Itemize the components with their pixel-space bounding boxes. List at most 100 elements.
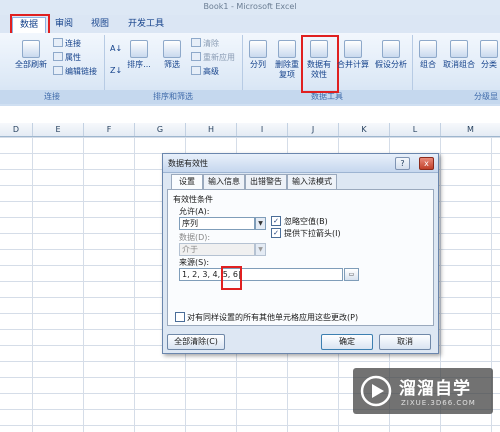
apply-all-checkbox[interactable]	[175, 312, 185, 322]
group-icon	[419, 40, 437, 58]
edit-links-button[interactable]: 编辑链接	[53, 66, 97, 77]
column-header-l[interactable]: L	[390, 123, 441, 136]
allow-label: 允许(A):	[179, 207, 210, 216]
cancel-button[interactable]: 取消	[379, 334, 431, 350]
clear-all-button[interactable]: 全部清除(C)	[167, 334, 225, 350]
column-header-m[interactable]: M	[441, 123, 500, 136]
column-header-f[interactable]: F	[84, 123, 135, 136]
connections-button[interactable]: 连接	[53, 38, 81, 49]
what-if-icon	[382, 40, 400, 58]
text-to-columns-icon	[249, 40, 267, 58]
criteria-heading: 有效性条件	[173, 195, 213, 204]
group-button[interactable]: 组合	[416, 40, 440, 70]
in-cell-dropdown-checkbox[interactable]: ✓	[271, 228, 281, 238]
column-header-j[interactable]: J	[288, 123, 339, 136]
allow-dropdown-icon[interactable]: ▼	[255, 217, 266, 230]
edit-links-icon	[53, 66, 63, 75]
ungroup-label: 取消组合	[443, 60, 475, 69]
tab-developer[interactable]: 开发工具	[124, 17, 168, 32]
group-label-connections: 连接	[0, 90, 104, 104]
ungroup-button[interactable]: 取消组合	[442, 40, 476, 70]
sort-label: 排序...	[127, 60, 151, 69]
dialog-title: 数据有效性	[168, 159, 208, 168]
source-input[interactable]: 1, 2, 3, 4, 5, 6|	[179, 268, 343, 281]
properties-button[interactable]: 属性	[53, 52, 81, 63]
ignore-blank-label: 忽略空值(B)	[284, 217, 328, 226]
range-select-icon[interactable]: ▭	[344, 268, 359, 281]
watermark-url: ZIXUE.3D66.COM	[401, 399, 476, 407]
sort-icon	[130, 40, 148, 58]
refresh-icon	[22, 40, 40, 58]
text-to-columns-button[interactable]: 分列	[246, 40, 270, 70]
ungroup-icon	[450, 40, 468, 58]
properties-icon	[53, 52, 63, 61]
reapply-label: 重新应用	[203, 53, 235, 62]
group-label-outline: 分级显	[412, 90, 500, 104]
filter-funnel-icon	[163, 40, 181, 58]
tab-settings[interactable]: 设置	[171, 174, 203, 190]
source-label: 来源(S):	[179, 258, 210, 267]
allow-select[interactable]: 序列	[179, 217, 255, 230]
properties-label: 属性	[65, 53, 81, 62]
text-to-columns-label: 分列	[250, 60, 266, 69]
help-button[interactable]: ?	[395, 157, 410, 170]
column-header-g[interactable]: G	[135, 123, 186, 136]
edit-links-label: 编辑链接	[65, 67, 97, 76]
data-dropdown-icon: ▼	[255, 243, 266, 256]
highlight-data-validation	[301, 35, 339, 93]
in-cell-dropdown-label: 提供下拉箭头(I)	[284, 229, 341, 238]
consolidate-label: 合并计算	[337, 60, 369, 69]
advanced-label: 高级	[203, 67, 219, 76]
data-label: 数据(D):	[179, 233, 211, 242]
connections-icon	[53, 38, 63, 47]
reapply-button[interactable]: 重新应用	[191, 52, 235, 63]
group-label: 组合	[420, 60, 436, 69]
what-if-label: 假设分析	[375, 60, 407, 69]
subtotal-icon	[480, 40, 498, 58]
tab-review[interactable]: 审阅	[50, 17, 78, 32]
ok-button[interactable]: 确定	[321, 334, 373, 350]
group-label-sort-filter: 排序和筛选	[104, 90, 242, 104]
tab-ime-mode[interactable]: 输入法模式	[287, 174, 337, 189]
filter-button[interactable]: 筛选	[158, 40, 186, 70]
column-header-e[interactable]: E	[33, 123, 84, 136]
subtotal-button[interactable]: 分类	[478, 40, 500, 70]
refresh-all-button[interactable]: 全部刷新	[14, 40, 48, 70]
clear-button[interactable]: 清除	[191, 38, 219, 49]
advanced-icon	[191, 66, 201, 75]
sort-za-icon[interactable]: Z↓	[110, 66, 122, 76]
ignore-blank-checkbox[interactable]: ✓	[271, 216, 281, 226]
sort-az-icon[interactable]: A↓	[110, 44, 122, 54]
close-button[interactable]: x	[419, 157, 434, 170]
what-if-button[interactable]: 假设分析	[372, 40, 410, 70]
filter-label: 筛选	[164, 60, 180, 69]
window-title: Book1 - Microsoft Excel	[203, 2, 297, 11]
column-header-h[interactable]: H	[186, 123, 237, 136]
consolidate-button[interactable]: 合并计算	[336, 40, 370, 70]
clear-icon	[191, 38, 201, 47]
subtotal-label: 分类	[481, 60, 497, 69]
data-validation-dialog: 数据有效性 ? x 设置 输入信息 出错警告 输入法模式 有效性条件 允许(A)…	[162, 153, 439, 354]
tab-input-message[interactable]: 输入信息	[203, 174, 245, 189]
column-header-k[interactable]: K	[339, 123, 390, 136]
consolidate-icon	[344, 40, 362, 58]
watermark: 溜溜自学 ZIXUE.3D66.COM	[353, 368, 493, 414]
play-logo-icon	[360, 375, 392, 407]
connections-label: 连接	[65, 39, 81, 48]
apply-all-label: 对有同样设置的所有其他单元格应用这些更改(P)	[187, 313, 359, 322]
remove-duplicates-label: 删除重复项	[275, 60, 299, 79]
watermark-brand: 溜溜自学	[399, 379, 471, 399]
remove-duplicates-button[interactable]: 删除重复项	[274, 40, 300, 80]
highlight-source-cursor	[221, 266, 242, 290]
data-select: 介于	[179, 243, 255, 256]
reapply-icon	[191, 52, 201, 61]
remove-duplicates-icon	[278, 40, 296, 58]
formula-area	[0, 106, 500, 123]
tab-view[interactable]: 视图	[86, 17, 114, 32]
clear-label: 清除	[203, 39, 219, 48]
sort-button[interactable]: 排序...	[124, 40, 154, 70]
advanced-button[interactable]: 高级	[191, 66, 219, 77]
tab-error-alert[interactable]: 出错警告	[245, 174, 287, 189]
column-header-i[interactable]: I	[237, 123, 288, 136]
column-header-d[interactable]: D	[0, 123, 33, 136]
